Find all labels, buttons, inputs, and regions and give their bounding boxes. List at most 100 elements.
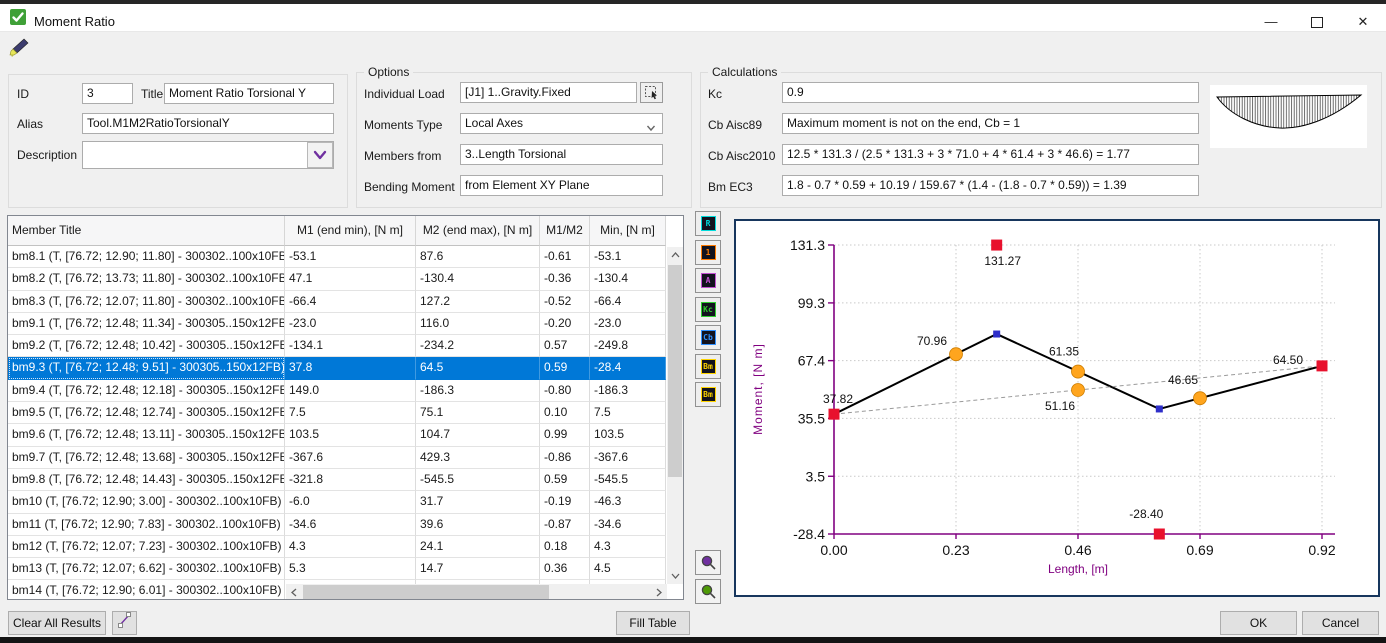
column-header-3[interactable]: M2 (end max), [N m] bbox=[416, 216, 540, 246]
table-cell[interactable]: -186.3 bbox=[416, 380, 540, 402]
style-brush-button[interactable] bbox=[6, 36, 32, 62]
table-row[interactable]: bm9.8 (T, [76.72; 12.48; 14.43] - 300305… bbox=[8, 469, 666, 491]
table-row[interactable]: bm12 (T, [76.72; 12.07; 7.23] - 300302..… bbox=[8, 536, 666, 558]
table-row[interactable]: bm9.5 (T, [76.72; 12.48; 12.74] - 300305… bbox=[8, 402, 666, 424]
ok-button[interactable]: OK bbox=[1220, 611, 1297, 635]
table-cell[interactable]: bm13 (T, [76.72; 12.07; 6.62] - 300302..… bbox=[8, 558, 285, 580]
table-cell[interactable]: -134.1 bbox=[285, 335, 416, 357]
table-cell[interactable]: bm9.5 (T, [76.72; 12.48; 12.74] - 300305… bbox=[8, 402, 285, 424]
table-cell[interactable]: bm9.2 (T, [76.72; 12.48; 10.42] - 300305… bbox=[8, 335, 285, 357]
table-cell[interactable]: bm8.3 (T, [76.72; 12.07; 11.80] - 300302… bbox=[8, 291, 285, 313]
scroll-down-button[interactable] bbox=[667, 568, 683, 584]
title-field[interactable]: Moment Ratio Torsional Y bbox=[164, 83, 334, 104]
table-cell[interactable]: 87.6 bbox=[416, 246, 540, 268]
table-cell[interactable]: bm9.8 (T, [76.72; 12.48; 14.43] - 300305… bbox=[8, 469, 285, 491]
individual-load-select-button[interactable] bbox=[640, 82, 663, 103]
table-cell[interactable]: 127.2 bbox=[416, 291, 540, 313]
results-button[interactable]: R bbox=[695, 211, 721, 236]
table-cell[interactable]: -34.6 bbox=[590, 514, 666, 536]
table-cell[interactable]: bm11 (T, [76.72; 12.90; 7.83] - 300302..… bbox=[8, 514, 285, 536]
table-cell[interactable]: 0.59 bbox=[540, 357, 590, 379]
scroll-up-button[interactable] bbox=[667, 247, 683, 263]
table-cell[interactable]: 0.18 bbox=[540, 536, 590, 558]
table-cell[interactable]: -249.8 bbox=[590, 335, 666, 357]
table-cell[interactable]: bm14 (T, [76.72; 12.90; 6.01] - 300302..… bbox=[8, 580, 285, 599]
table-cell[interactable]: bm9.1 (T, [76.72; 12.48; 11.34] - 300305… bbox=[8, 313, 285, 335]
column-header-4[interactable]: M1/M2 bbox=[540, 216, 590, 246]
vertical-scroll-thumb[interactable] bbox=[668, 265, 682, 477]
table-cell[interactable]: 31.7 bbox=[416, 491, 540, 513]
table-cell[interactable]: -545.5 bbox=[590, 469, 666, 491]
table-cell[interactable]: -66.4 bbox=[590, 291, 666, 313]
minimize-button[interactable]: — bbox=[1248, 8, 1294, 35]
kc-field[interactable]: 0.9 bbox=[782, 82, 1199, 103]
cb-aisc2010-field[interactable]: 12.5 * 131.3 / (2.5 * 131.3 + 3 * 71.0 +… bbox=[782, 144, 1199, 165]
table-cell[interactable]: bm9.4 (T, [76.72; 12.48; 12.18] - 300305… bbox=[8, 380, 285, 402]
table-cell[interactable]: 103.5 bbox=[590, 424, 666, 446]
table-cell[interactable]: 104.7 bbox=[416, 424, 540, 446]
table-cell[interactable]: -6.0 bbox=[285, 491, 416, 513]
table-cell[interactable]: 4.3 bbox=[285, 536, 416, 558]
table-row[interactable]: bm9.7 (T, [76.72; 12.48; 13.68] - 300305… bbox=[8, 447, 666, 469]
alias-field[interactable]: Tool.M1M2RatioTorsionalY bbox=[82, 113, 334, 134]
cancel-button[interactable]: Cancel bbox=[1302, 611, 1379, 635]
table-cell[interactable]: 39.6 bbox=[416, 514, 540, 536]
table-cell[interactable]: bm10 (T, [76.72; 12.90; 3.00] - 300302..… bbox=[8, 491, 285, 513]
table-cell[interactable]: 149.0 bbox=[285, 380, 416, 402]
table-cell[interactable]: -53.1 bbox=[590, 246, 666, 268]
table-cell[interactable]: 103.5 bbox=[285, 424, 416, 446]
column-header-1[interactable]: Member Title bbox=[8, 216, 285, 246]
cb-button[interactable]: Cb bbox=[695, 325, 721, 350]
maximize-button[interactable] bbox=[1294, 8, 1340, 35]
line-style-button[interactable] bbox=[112, 611, 137, 635]
id-field[interactable]: 3 bbox=[82, 83, 133, 104]
column-header-2[interactable]: M1 (end min), [N m] bbox=[285, 216, 416, 246]
table-cell[interactable]: 0.10 bbox=[540, 402, 590, 424]
table-cell[interactable]: bm8.2 (T, [76.72; 13.73; 11.80] - 300302… bbox=[8, 268, 285, 290]
description-dropdown-button[interactable] bbox=[307, 142, 333, 168]
table-cell[interactable]: 75.1 bbox=[416, 402, 540, 424]
bm-ec3-field[interactable]: 1.8 - 0.7 * 0.59 + 10.19 / 159.67 * (1.4… bbox=[782, 175, 1199, 196]
table-cell[interactable]: -0.19 bbox=[540, 491, 590, 513]
table-cell[interactable]: 24.1 bbox=[416, 536, 540, 558]
table-cell[interactable]: -0.61 bbox=[540, 246, 590, 268]
bending-moment-field[interactable]: from Element XY Plane bbox=[460, 175, 663, 196]
table-cell[interactable]: -66.4 bbox=[285, 291, 416, 313]
cb-aisc89-field[interactable]: Maximum moment is not on the end, Cb = 1 bbox=[782, 113, 1199, 134]
table-cell[interactable]: 64.5 bbox=[416, 357, 540, 379]
close-button[interactable]: ✕ bbox=[1340, 8, 1386, 35]
table-cell[interactable]: bm9.6 (T, [76.72; 12.48; 13.11] - 300305… bbox=[8, 424, 285, 446]
table-cell[interactable]: -53.1 bbox=[285, 246, 416, 268]
table-cell[interactable]: -28.4 bbox=[590, 357, 666, 379]
bm-2-button[interactable]: Bm bbox=[695, 382, 721, 407]
table-cell[interactable]: 0.57 bbox=[540, 335, 590, 357]
individual-load-field[interactable]: [J1] 1..Gravity.Fixed bbox=[460, 82, 637, 103]
table-cell[interactable]: 37.8 bbox=[285, 357, 416, 379]
table-cell[interactable]: 116.0 bbox=[416, 313, 540, 335]
load-1-button[interactable]: 1 bbox=[695, 240, 721, 265]
table-cell[interactable]: -23.0 bbox=[285, 313, 416, 335]
bm-1-button[interactable]: Bm bbox=[695, 354, 721, 379]
table-cell[interactable]: 14.7 bbox=[416, 558, 540, 580]
table-cell[interactable]: 7.5 bbox=[285, 402, 416, 424]
table-cell[interactable]: 47.1 bbox=[285, 268, 416, 290]
kc-button[interactable]: Kc bbox=[695, 297, 721, 322]
zoom-window-button[interactable] bbox=[695, 579, 721, 604]
horizontal-scrollbar[interactable] bbox=[286, 584, 667, 600]
table-cell[interactable]: bm9.3 (T, [76.72; 12.48; 9.51] - 300305.… bbox=[8, 357, 285, 379]
table-cell[interactable]: 4.3 bbox=[590, 536, 666, 558]
table-row[interactable]: bm9.3 (T, [76.72; 12.48; 9.51] - 300305.… bbox=[8, 357, 666, 379]
table-cell[interactable]: -545.5 bbox=[416, 469, 540, 491]
table-cell[interactable]: 0.36 bbox=[540, 558, 590, 580]
table-cell[interactable]: 5.3 bbox=[285, 558, 416, 580]
table-cell[interactable]: -0.20 bbox=[540, 313, 590, 335]
table-row[interactable]: bm8.2 (T, [76.72; 13.73; 11.80] - 300302… bbox=[8, 268, 666, 290]
table-cell[interactable]: bm12 (T, [76.72; 12.07; 7.23] - 300302..… bbox=[8, 536, 285, 558]
scroll-left-button[interactable] bbox=[286, 584, 302, 600]
table-cell[interactable]: -0.36 bbox=[540, 268, 590, 290]
table-cell[interactable]: -367.6 bbox=[285, 447, 416, 469]
table-cell[interactable]: 0.59 bbox=[540, 469, 590, 491]
table-cell[interactable]: -367.6 bbox=[590, 447, 666, 469]
table-cell[interactable]: -0.52 bbox=[540, 291, 590, 313]
table-cell[interactable]: -234.2 bbox=[416, 335, 540, 357]
